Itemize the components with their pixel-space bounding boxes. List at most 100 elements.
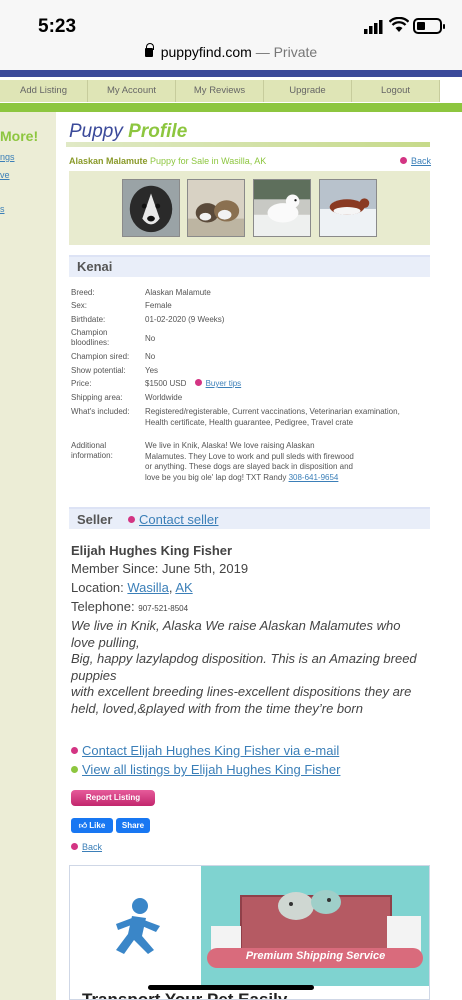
- thumbs-up-icon: 👍︎: [78, 821, 88, 830]
- facebook-like-button[interactable]: 👍︎ Like: [71, 818, 113, 833]
- back-link-bottom[interactable]: Back: [71, 842, 102, 852]
- puppy-name-bar: [69, 255, 430, 277]
- contact-bullet-icon: [128, 516, 135, 524]
- sidebar: [0, 112, 56, 1000]
- detail-value: No: [145, 334, 156, 343]
- seller-telephone: Telephone: 907-521-8504: [71, 599, 188, 614]
- subtitle-breed: Alaskan Malamute: [69, 156, 148, 166]
- bio-line: Big, happy lazylapdog disposition. This …: [71, 651, 417, 683]
- puppy-photo-1[interactable]: [122, 179, 180, 237]
- detail-label: Price:: [71, 379, 92, 388]
- detail-value: Yes: [145, 366, 159, 375]
- email-bullet-icon: [71, 747, 78, 755]
- telephone-value: 907-521-8504: [138, 604, 189, 613]
- listings-bullet-icon: [71, 766, 78, 774]
- city-link[interactable]: Wasilla: [127, 580, 168, 595]
- contact-seller-link[interactable]: Contact seller: [128, 512, 218, 527]
- detail-value: Registered/registerable, Current vaccina…: [145, 407, 400, 427]
- seller-bar: [69, 507, 430, 529]
- cellular-signal-icon: [364, 20, 383, 34]
- detail-value: Worldwide: [145, 393, 183, 402]
- detail-label: Sex:: [71, 301, 88, 310]
- additional-info: We live in Knik, Alaska! We love raising…: [145, 441, 355, 483]
- puppy-photo-4[interactable]: [319, 179, 377, 237]
- back-label: Back: [411, 156, 432, 166]
- puppy-photo-2[interactable]: [187, 179, 245, 237]
- ad-headline: Transport Your Pet Easily: [82, 990, 288, 1000]
- report-listing-button[interactable]: Report Listing: [71, 790, 155, 806]
- sidebar-link[interactable]: ve: [0, 170, 10, 180]
- buyer-tips-bullet-icon: [194, 379, 202, 387]
- detail-value: No: [145, 352, 156, 361]
- bio-line: We live in Knik, Alaska We raise Alaskan…: [71, 618, 401, 650]
- status-bar: 5:23 puppyfind.com — Private: [0, 0, 462, 70]
- detail-value: Female: [145, 301, 172, 310]
- url-domain: puppyfind.com: [160, 44, 252, 60]
- nav-my-account[interactable]: My Account: [88, 80, 176, 102]
- advertisement[interactable]: Ad Premium Shipping Service Transport Yo…: [69, 865, 430, 1000]
- puppy-profile-logo: Puppy Profile: [69, 121, 187, 143]
- email-seller-label: Contact Elijah Hughes King Fisher via e-…: [82, 743, 340, 758]
- price-value: $1500 USD: [145, 379, 187, 388]
- puppy-name: Kenai: [77, 259, 113, 274]
- like-label: Like: [89, 821, 106, 830]
- subtitle-location: Puppy for Sale in Wasilla, AK: [150, 156, 267, 166]
- nav-my-reviews[interactable]: My Reviews: [176, 80, 264, 102]
- detail-label: What's included:: [71, 407, 130, 416]
- listing-subtitle: Alaskan Malamute Puppy for Sale in Wasil…: [69, 156, 266, 166]
- nav-upgrade[interactable]: Upgrade: [264, 80, 352, 102]
- view-listings-label: View all listings by Elijah Hughes King …: [82, 762, 341, 777]
- shipping-ad-image: [201, 866, 429, 986]
- seller-heading: Seller: [77, 512, 113, 527]
- detail-label: Champion sired:: [71, 352, 130, 361]
- detail-label: Additional information:: [71, 441, 113, 460]
- private-label: — Private: [255, 44, 318, 60]
- detail-label: Birthdate:: [71, 315, 106, 324]
- logo-underline: [66, 142, 430, 147]
- member-since: Member Since: June 5th, 2019: [71, 561, 249, 576]
- seller-bio: We live in Knik, Alaska We raise Alaskan…: [71, 618, 421, 717]
- puppy-photo-3[interactable]: [253, 179, 311, 237]
- lock-icon: [144, 43, 154, 57]
- address-bar[interactable]: puppyfind.com — Private: [0, 43, 462, 60]
- detail-label: Breed:: [71, 288, 95, 297]
- detail-value: 01-02-2020 (9 Weeks): [145, 315, 225, 324]
- bio-line: with excellent breeding lines-excellent …: [71, 684, 412, 699]
- home-indicator: [148, 985, 314, 990]
- running-figure-icon: [116, 898, 160, 954]
- view-listings-link[interactable]: View all listings by Elijah Hughes King …: [71, 762, 340, 777]
- back-link-top[interactable]: Back: [400, 156, 431, 166]
- photo-gallery: [69, 171, 430, 245]
- bio-line: held, loved,&played with from the time t…: [71, 700, 363, 716]
- buyer-tips-link[interactable]: Buyer tips: [206, 379, 242, 388]
- back-label: Back: [82, 842, 103, 852]
- sidebar-link[interactable]: ngs: [0, 152, 15, 162]
- account-nav: Add Listing My Account My Reviews Upgrad…: [0, 80, 440, 102]
- facebook-share-button[interactable]: Share: [116, 818, 150, 833]
- seller-name: Elijah Hughes King Fisher: [71, 543, 233, 558]
- back-bullet-icon: [71, 843, 78, 851]
- detail-label: Shipping area:: [71, 393, 123, 402]
- nav-logout[interactable]: Logout: [352, 80, 440, 102]
- header-stripe: [0, 70, 462, 77]
- seller-location: Location: Wasilla, AK: [71, 580, 193, 595]
- telephone-label: Telephone:: [71, 599, 135, 614]
- sidebar-heading: More!: [0, 128, 39, 144]
- sidebar-link[interactable]: s: [0, 204, 5, 214]
- price-row: $1500 USD Buyer tips: [145, 379, 425, 390]
- wifi-icon: [389, 17, 409, 32]
- back-bullet-icon: [400, 157, 407, 165]
- detail-label: Show potential:: [71, 366, 126, 375]
- detail-value: Alaskan Malamute: [145, 288, 211, 297]
- location-label: Location:: [71, 580, 124, 595]
- detail-label: Champion bloodlines:: [71, 328, 110, 347]
- logo-puppy: Puppy: [69, 121, 123, 142]
- ad-banner-text: Premium Shipping Service: [245, 950, 386, 962]
- email-seller-link[interactable]: Contact Elijah Hughes King Fisher via e-…: [71, 743, 339, 758]
- contact-seller-label: Contact seller: [139, 512, 219, 527]
- state-link[interactable]: AK: [175, 580, 192, 595]
- logo-profile: Profile: [128, 121, 188, 142]
- status-time: 5:23: [38, 16, 77, 37]
- nav-add-listing[interactable]: Add Listing: [0, 80, 88, 102]
- phone-link[interactable]: 308-641-9654: [289, 473, 339, 482]
